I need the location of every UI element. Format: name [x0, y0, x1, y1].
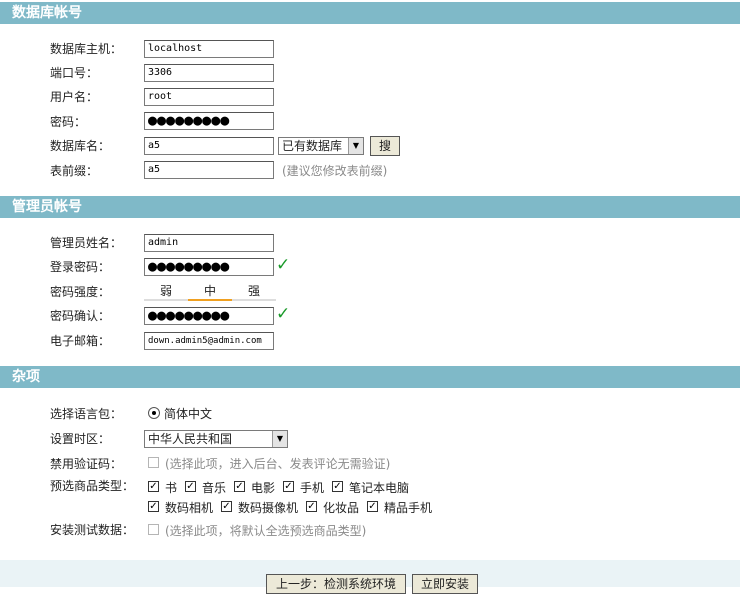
goods-label-camcorder: 数码摄像机 [238, 501, 299, 515]
db-password-input[interactable]: ●●●●●●●●● [144, 112, 274, 130]
search-db-button[interactable]: 搜 [370, 136, 400, 156]
db-user-input[interactable]: root [144, 88, 274, 106]
admin-password-input[interactable]: ●●●●●●●●● [144, 258, 274, 276]
password-strength-label: 密码强度： [50, 285, 111, 299]
goods-checkbox-premium-phone[interactable]: ✓ [367, 501, 378, 512]
goods-checkbox-phone[interactable]: ✓ [283, 481, 294, 492]
strength-weak: 弱 [159, 284, 172, 298]
strength-bar-strong [232, 299, 276, 301]
db-user-label: 用户名： [50, 90, 99, 104]
password-valid-check-icon: ✓ [276, 255, 291, 275]
section-header-admin: 管理员帐号 [0, 196, 740, 218]
existing-db-select-value: 已有数据库 [282, 139, 343, 153]
section-header-database: 数据库帐号 [0, 2, 740, 24]
email-label: 电子邮箱： [50, 334, 111, 348]
goods-label-music: 音乐 [202, 481, 227, 495]
admin-password-label: 登录密码： [50, 260, 111, 274]
existing-db-select[interactable]: 已有数据库 ▼ [278, 137, 364, 155]
disable-captcha-hint: (选择此项，进入后台、发表评论无需验证) [165, 457, 391, 471]
admin-name-input[interactable]: admin [144, 234, 274, 252]
install-now-button[interactable]: 立即安装 [412, 574, 478, 594]
goods-label-camera: 数码相机 [165, 501, 214, 515]
previous-step-button[interactable]: 上一步：检测系统环境 [266, 574, 406, 594]
strength-bar-medium [188, 299, 232, 301]
table-prefix-input[interactable]: a5 [144, 161, 274, 179]
goods-checkbox-music[interactable]: ✓ [185, 481, 196, 492]
confirm-password-label: 密码确认： [50, 309, 111, 323]
goods-label-premium-phone: 精品手机 [384, 501, 433, 515]
disable-captcha-checkbox[interactable] [148, 457, 159, 468]
language-option-label: 简体中文 [164, 407, 213, 421]
db-port-input[interactable]: 3306 [144, 64, 274, 82]
timezone-label: 设置时区： [50, 432, 111, 446]
strength-strong: 强 [247, 284, 260, 298]
email-input[interactable]: down.admin5@admin.com [144, 332, 274, 350]
db-host-label: 数据库主机： [50, 42, 123, 56]
confirm-password-input[interactable]: ●●●●●●●●● [144, 307, 274, 325]
goods-label-movie: 电影 [251, 481, 276, 495]
goods-checkbox-cosmetics[interactable]: ✓ [306, 501, 317, 512]
language-radio[interactable] [148, 407, 160, 419]
goods-label-book: 书 [165, 481, 178, 495]
strength-bar-weak [144, 299, 188, 301]
goods-label-laptop: 笔记本电脑 [349, 481, 410, 495]
timezone-select[interactable]: 中华人民共和国 ▼ [144, 430, 288, 448]
goods-label-cosmetics: 化妆品 [323, 501, 360, 515]
radio-selected-dot [152, 411, 156, 415]
goods-type-label: 预选商品类型： [50, 479, 135, 493]
db-name-input[interactable]: a5 [144, 137, 274, 155]
db-port-label: 端口号： [50, 66, 99, 80]
db-host-input[interactable]: localhost [144, 40, 274, 58]
goods-checkbox-book[interactable]: ✓ [148, 481, 159, 492]
timezone-select-value: 中华人民共和国 [148, 432, 233, 446]
db-password-label: 密码： [50, 115, 87, 129]
goods-checkbox-laptop[interactable]: ✓ [332, 481, 343, 492]
test-data-checkbox[interactable] [148, 524, 159, 535]
table-prefix-hint: (建议您修改表前缀) [282, 164, 388, 178]
admin-name-label: 管理员姓名： [50, 236, 123, 250]
table-prefix-label: 表前缀： [50, 164, 99, 178]
chevron-down-icon: ▼ [272, 431, 287, 447]
confirm-valid-check-icon: ✓ [276, 304, 291, 324]
test-data-label: 安装测试数据： [50, 523, 135, 537]
db-name-label: 数据库名： [50, 139, 111, 153]
strength-medium: 中 [203, 284, 216, 298]
goods-checkbox-camcorder[interactable]: ✓ [221, 501, 232, 512]
language-label: 选择语言包： [50, 407, 123, 421]
disable-captcha-label: 禁用验证码： [50, 457, 123, 471]
section-header-misc: 杂项 [0, 366, 740, 388]
goods-checkbox-camera[interactable]: ✓ [148, 501, 159, 512]
chevron-down-icon: ▼ [348, 138, 363, 154]
test-data-hint: (选择此项，将默认全选预选商品类型) [165, 524, 367, 538]
goods-checkbox-movie[interactable]: ✓ [234, 481, 245, 492]
goods-label-phone: 手机 [300, 481, 325, 495]
